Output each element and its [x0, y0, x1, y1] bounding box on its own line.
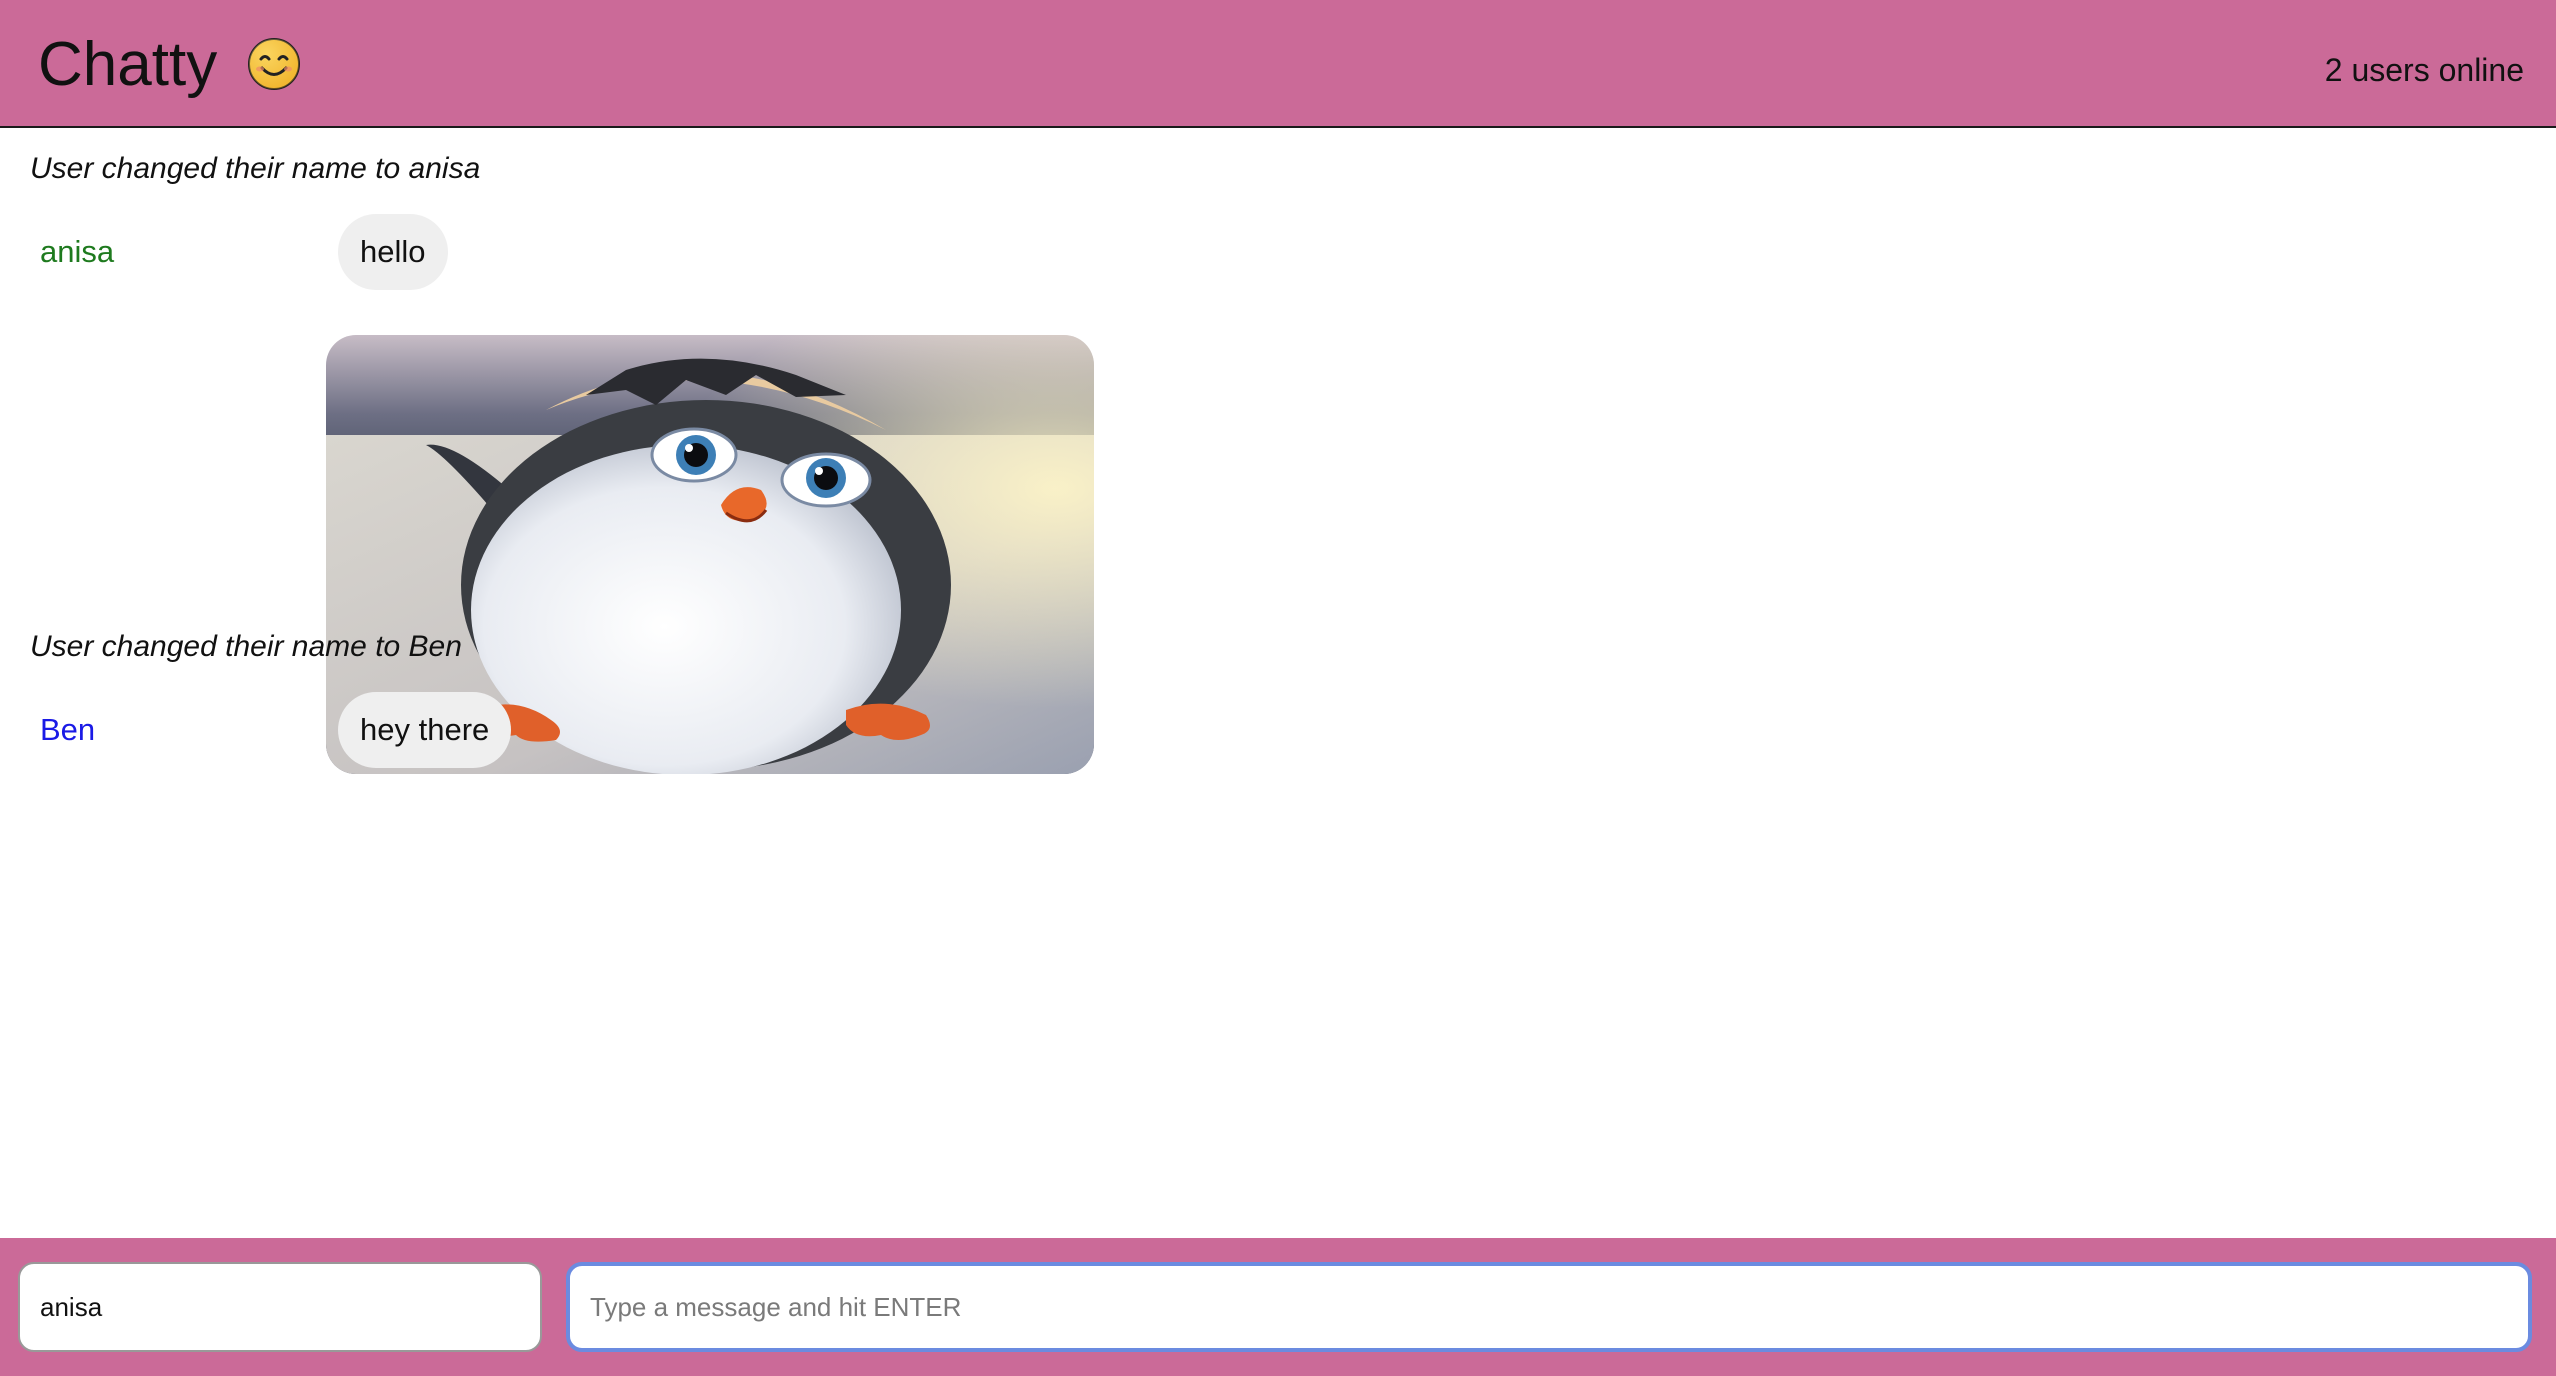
- message-username: anisa: [40, 234, 115, 269]
- chat-footer: [0, 1238, 2556, 1376]
- system-notification: User changed their name to Ben: [30, 630, 462, 663]
- username-input[interactable]: [18, 1262, 542, 1352]
- smiling-face-icon: [248, 38, 301, 90]
- system-notification: User changed their name to anisa: [30, 152, 481, 185]
- navbar: Chatty 2 users online: [0, 0, 2556, 128]
- message-input[interactable]: [566, 1262, 2532, 1352]
- brand-title: Chatty: [38, 29, 218, 99]
- message-bubble: hey there: [338, 692, 512, 768]
- brand: Chatty: [38, 22, 301, 106]
- message-list: User changed their name to anisa anisa h…: [0, 130, 2556, 1236]
- users-online-count: 2 users online: [2324, 52, 2524, 88]
- message-bubble: hello: [338, 214, 448, 290]
- message-username: Ben: [40, 712, 96, 747]
